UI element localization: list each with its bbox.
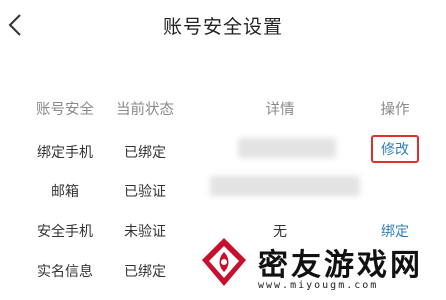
column-header-detail: 详情	[265, 102, 295, 118]
row-status-real-name: 已绑定	[124, 264, 166, 280]
blurred-email-detail	[210, 176, 360, 196]
top-bar: 账号安全设置	[0, 0, 446, 50]
watermark: 密友游戏网 www.miyougm.com	[196, 236, 436, 298]
row-name-bind-phone: 绑定手机	[37, 145, 93, 161]
watermark-url: www.miyougm.com	[258, 280, 379, 291]
blurred-phone-detail	[238, 138, 336, 158]
column-header-status: 当前状态	[116, 102, 174, 118]
page-title: 账号安全设置	[162, 16, 283, 38]
site-logo-icon	[202, 238, 246, 286]
watermark-text: 密友游戏网	[258, 248, 423, 283]
row-name-real-name: 实名信息	[37, 264, 93, 280]
row-status-security-phone: 未验证	[124, 224, 166, 240]
row-name-security-phone: 安全手机	[37, 224, 93, 240]
row-status-bind-phone: 已绑定	[124, 145, 166, 161]
column-header-action: 操作	[380, 102, 410, 118]
row-name-email: 邮箱	[51, 184, 79, 200]
modify-phone-button[interactable]: 修改	[371, 135, 419, 163]
column-header-account-security: 账号安全	[36, 102, 94, 118]
row-status-email: 已验证	[124, 184, 166, 200]
